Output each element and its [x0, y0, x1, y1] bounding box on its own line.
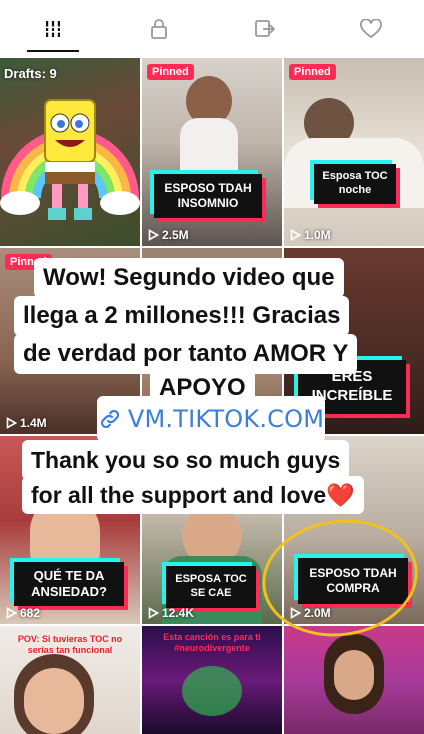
video-tile[interactable]: Pinned Esposa TOC noche 1.0M — [284, 58, 424, 246]
link-sticker[interactable]: VM.TIKTOK.COM — [97, 396, 325, 442]
tab-private[interactable] — [106, 0, 212, 58]
view-count: 2.5M — [148, 228, 189, 242]
grid-icon — [44, 21, 62, 37]
play-icon — [148, 229, 159, 241]
pinned-badge: Pinned — [289, 64, 336, 80]
overlay-line: llega a 2 millones!!! Gracias — [14, 296, 350, 336]
video-caption: QUÉ TE DA ANSIEDAD? — [14, 562, 124, 606]
profile-tab-bar — [0, 0, 424, 58]
play-icon — [6, 417, 17, 429]
tab-liked[interactable] — [318, 0, 424, 58]
overlay-line: for all the support and love❤️ — [22, 476, 364, 514]
video-tile[interactable]: Pinned ESPOSO TDAH INSOMNIO 2.5M — [142, 58, 282, 246]
overlay-line: Thank you so so much guys — [22, 440, 350, 480]
drafts-tile[interactable]: Drafts: 9 — [0, 58, 140, 246]
video-caption: Esta canción es para ti #neurodivergente — [163, 632, 261, 653]
view-count: 682 — [6, 606, 40, 620]
tab-reposts[interactable] — [212, 0, 318, 58]
rainbow-sticker — [0, 99, 140, 220]
drafts-count: Drafts: 9 — [4, 66, 57, 81]
view-count: 12.4K — [148, 606, 194, 620]
play-icon — [290, 229, 301, 241]
view-count: 1.0M — [290, 228, 331, 242]
link-icon — [100, 409, 119, 429]
tab-videos[interactable] — [0, 0, 106, 58]
view-count: 1.4M — [6, 416, 47, 430]
play-icon — [148, 607, 159, 619]
pinned-badge: Pinned — [147, 64, 194, 80]
play-icon — [6, 607, 17, 619]
video-tile[interactable]: POV: Si tuvieras TOC no serías tan funci… — [0, 626, 140, 734]
repost-icon — [255, 20, 276, 37]
heart-hand-icon — [360, 19, 382, 39]
video-tile[interactable]: Esta canción es para ti #neurodivergente — [142, 626, 282, 734]
lock-icon — [151, 19, 167, 39]
link-text: VM.TIKTOK.COM — [127, 405, 325, 433]
video-caption: Esposa TOC noche — [314, 164, 396, 204]
video-tile[interactable] — [284, 626, 424, 734]
overlay-line: Wow! Segundo video que — [34, 258, 344, 298]
video-caption: ESPOSA TOC SE CAE — [166, 566, 256, 608]
video-caption: POV: Si tuvieras TOC no serías tan funci… — [17, 634, 123, 655]
video-caption: ESPOSO TDAH INSOMNIO — [154, 174, 262, 218]
